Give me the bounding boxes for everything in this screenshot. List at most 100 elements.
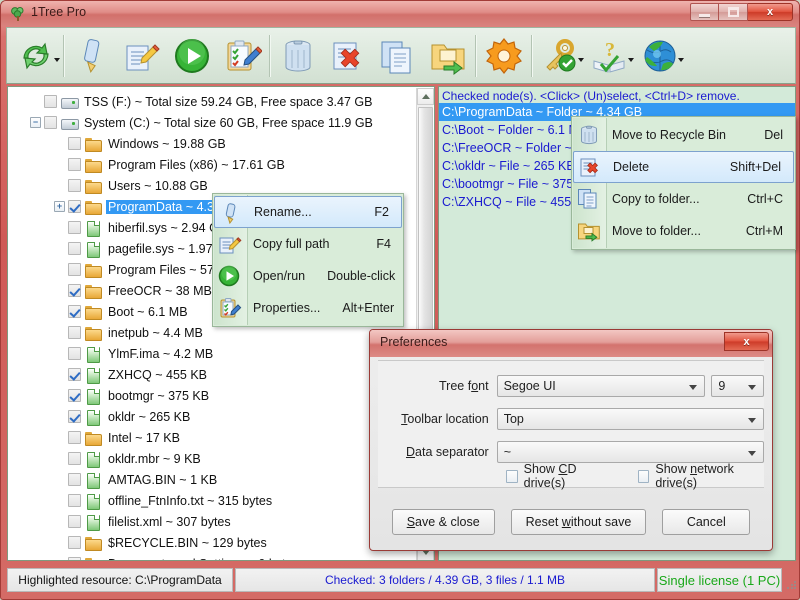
recycle-bin-button[interactable]	[273, 30, 323, 82]
move-to-folder-button[interactable]	[423, 30, 473, 82]
help-button[interactable]: ?	[585, 30, 635, 82]
preferences-dialog[interactable]: Preferences x Tree font Segoe UI 9 Toolb…	[369, 329, 773, 551]
menu-item[interactable]: Open/run Double-click	[213, 260, 403, 292]
tree-row-checkbox[interactable]	[68, 389, 81, 402]
rename-button[interactable]	[67, 30, 117, 82]
preferences-button[interactable]	[479, 30, 529, 82]
minimize-button[interactable]	[690, 3, 719, 21]
chevron-down-icon[interactable]	[578, 57, 584, 62]
tree-row[interactable]: Windows ~ 19.88 GB	[8, 133, 418, 154]
menu-item[interactable]: Delete Shift+Del	[573, 151, 794, 183]
tree-row-checkbox[interactable]	[68, 536, 81, 549]
tree-row-checkbox[interactable]	[68, 368, 81, 381]
folder-icon	[85, 284, 102, 299]
tree-row-checkbox[interactable]	[68, 410, 81, 423]
tree-row[interactable]: AMTAG.BIN ~ 1 KB	[8, 469, 418, 490]
tree-row[interactable]: bootmgr ~ 375 KB	[8, 385, 418, 406]
tree-row-checkbox[interactable]	[68, 305, 81, 318]
tree-row-label: Program Files (x86) ~ 17.61 GB	[108, 157, 285, 172]
maximize-button[interactable]	[719, 3, 748, 21]
tree-row-checkbox[interactable]	[68, 263, 81, 276]
window-title: 1Tree Pro	[31, 5, 87, 19]
tree-row[interactable]: − System (C:) ~ Total size 60 GB, Free sp…	[8, 112, 418, 133]
tree-row[interactable]: $RECYCLE.BIN ~ 129 bytes	[8, 532, 418, 553]
checked-context-menu[interactable]: Move to Recycle Bin Del Delete Shift+Del Cop…	[571, 116, 796, 250]
data-separator-select[interactable]: ~	[496, 441, 764, 463]
tree-row[interactable]: okldr ~ 265 KB	[8, 406, 418, 427]
tree-row[interactable]: Program Files (x86) ~ 17.61 GB	[8, 154, 418, 175]
tree-row-label: offline_FtnInfo.txt ~ 315 bytes	[108, 493, 273, 508]
menu-item[interactable]: Copy full path F4	[213, 228, 403, 260]
tree-row-checkbox[interactable]	[44, 95, 57, 108]
tree-row-checkbox[interactable]	[68, 347, 81, 360]
scroll-up-button[interactable]	[417, 88, 434, 105]
tree-row-checkbox[interactable]	[68, 515, 81, 528]
reset-without-save-button[interactable]: Reset without save	[510, 509, 647, 535]
menu-item[interactable]: Rename... F2	[214, 196, 402, 228]
tree-context-menu[interactable]: Rename... F2 Copy full path F4 Open/run Doubl…	[212, 193, 404, 327]
tree-row-checkbox[interactable]	[68, 326, 81, 339]
delete-button[interactable]	[323, 30, 373, 82]
menu-item[interactable]: Copy to folder... Ctrl+C	[572, 183, 795, 215]
tree-row-checkbox[interactable]	[68, 179, 81, 192]
play-green-icon	[218, 265, 242, 287]
menu-item[interactable]: Properties... Alt+Enter	[213, 292, 403, 324]
tree-row-checkbox[interactable]	[68, 200, 81, 213]
file-icon	[85, 220, 101, 237]
menu-item[interactable]: Move to Recycle Bin Del	[572, 119, 795, 151]
tree-row-checkbox[interactable]	[68, 494, 81, 507]
website-button[interactable]	[635, 30, 685, 82]
tree-row[interactable]: Intel ~ 17 KB	[8, 427, 418, 448]
resize-grip[interactable]	[782, 568, 796, 592]
chevron-down-icon[interactable]	[628, 57, 634, 62]
tree-row[interactable]: Documents and Settings ~ 0 byte	[8, 553, 418, 560]
copy-path-button[interactable]	[117, 30, 167, 82]
show-cd-drives-label: Show CD drive(s)	[523, 462, 577, 490]
file-icon	[85, 409, 101, 426]
tree-row-checkbox[interactable]	[44, 116, 57, 129]
tree-row-label: okldr.mbr ~ 9 KB	[108, 451, 201, 466]
tree-row[interactable]: ZXHCQ ~ 455 KB	[8, 364, 418, 385]
tree-font-select[interactable]: Segoe UI	[496, 375, 706, 397]
tree-row[interactable]: okldr.mbr ~ 9 KB	[8, 448, 418, 469]
file-icon	[85, 367, 101, 384]
tree-row-checkbox[interactable]	[68, 473, 81, 486]
tree-row[interactable]: YlmF.ima ~ 4.2 MB	[8, 343, 418, 364]
tree-row-checkbox[interactable]	[68, 242, 81, 255]
show-cd-drives-checkbox[interactable]	[506, 469, 518, 483]
toolbar-location-value: Top	[503, 412, 524, 426]
tree-row[interactable]: filelist.xml ~ 307 bytes	[8, 511, 418, 532]
tree-row-checkbox[interactable]	[68, 158, 81, 171]
tree-row-checkbox[interactable]	[68, 431, 81, 444]
window-controls: x	[690, 3, 793, 21]
license-button[interactable]	[535, 30, 585, 82]
tree-row-checkbox[interactable]	[68, 452, 81, 465]
menu-item[interactable]: Move to folder... Ctrl+M	[572, 215, 795, 247]
menu-item-shortcut: Del	[764, 128, 783, 142]
close-button[interactable]: x	[748, 3, 793, 21]
toolbar-location-select[interactable]: Top	[496, 408, 764, 430]
chevron-down-icon[interactable]	[678, 57, 684, 62]
save-and-close-button[interactable]: Save & close	[391, 509, 495, 535]
folder-icon	[85, 137, 102, 152]
chevron-down-icon[interactable]	[54, 57, 60, 62]
app-window: 1Tree Pro x ? TSS (F:) ~ Total size 59.2…	[0, 0, 800, 600]
tree-row-checkbox[interactable]	[68, 137, 81, 150]
tree-row[interactable]: offline_FtnInfo.txt ~ 315 bytes	[8, 490, 418, 511]
tree-row-checkbox[interactable]	[68, 284, 81, 297]
show-network-drives-checkbox[interactable]	[637, 469, 650, 483]
tree-row-checkbox[interactable]	[68, 221, 81, 234]
copy-to-folder-button[interactable]	[373, 30, 423, 82]
tree-row-checkbox[interactable]	[68, 557, 81, 560]
preferences-close-button[interactable]: x	[724, 332, 769, 351]
tree-row[interactable]: TSS (F:) ~ Total size 59.24 GB, Free spa…	[8, 91, 418, 112]
expand-icon[interactable]: +	[54, 201, 65, 212]
collapse-icon[interactable]: −	[30, 117, 41, 128]
tree-font-size-select[interactable]: 9	[711, 375, 764, 397]
refresh-button[interactable]	[11, 30, 61, 82]
open-run-button[interactable]	[167, 30, 217, 82]
properties-button[interactable]	[217, 30, 267, 82]
cancel-button[interactable]: Cancel	[662, 509, 751, 535]
